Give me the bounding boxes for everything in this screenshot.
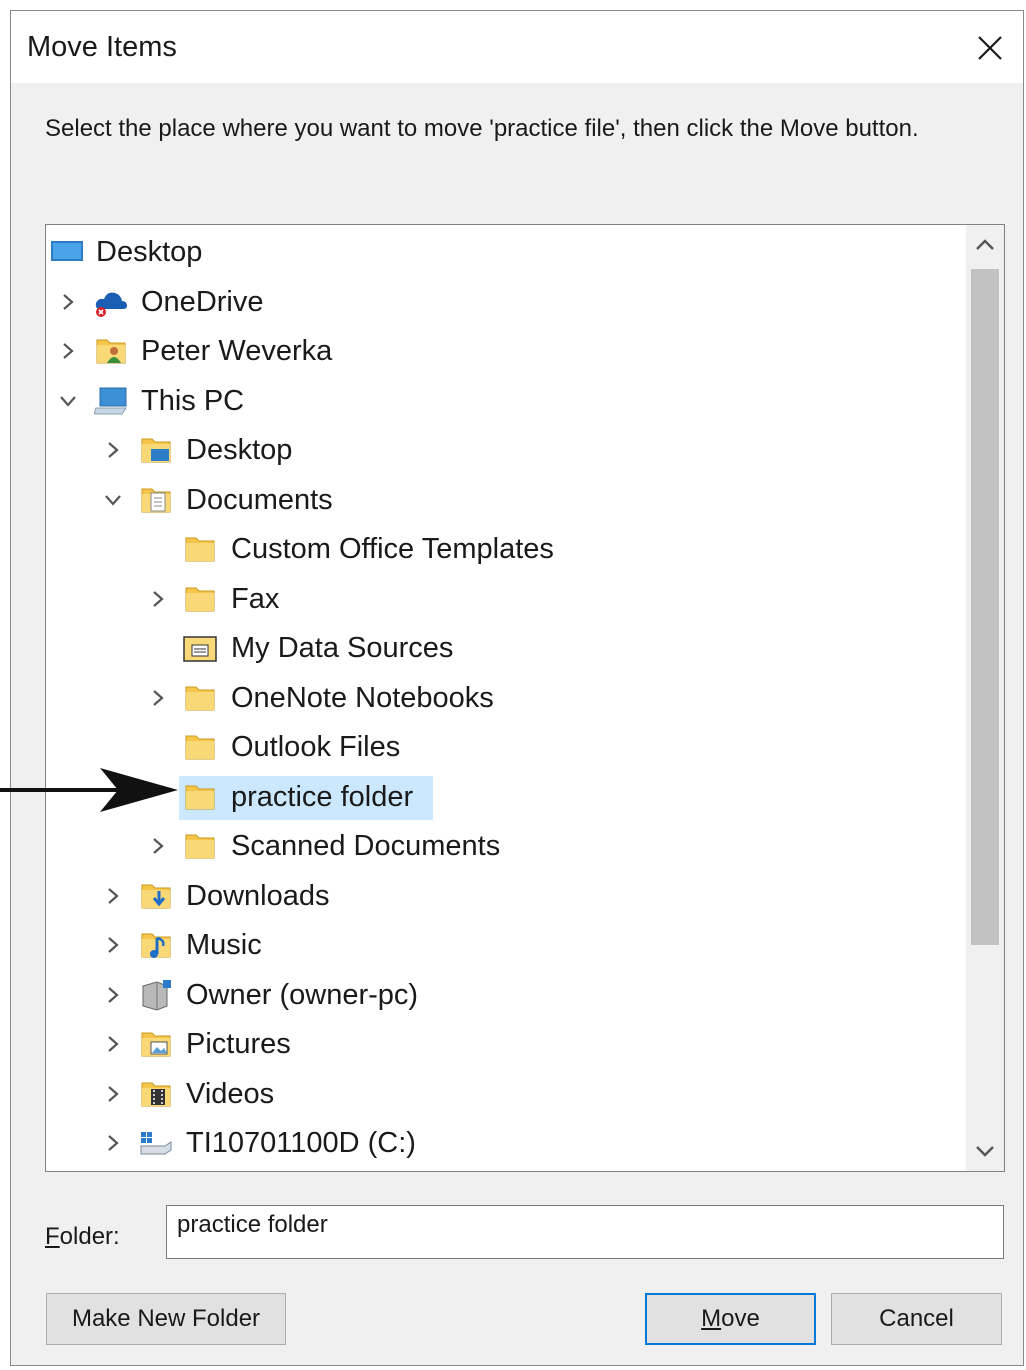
folder-icon — [183, 730, 217, 764]
onedrive-icon — [94, 285, 128, 319]
tree-item[interactable]: Scanned Documents — [46, 823, 961, 869]
desktop-icon — [50, 235, 84, 269]
computer-icon — [93, 384, 128, 418]
folder-icon — [183, 829, 217, 863]
chevron-right-icon[interactable] — [101, 972, 125, 1018]
tree-item-label: Fax — [231, 582, 280, 615]
tree-item-label: My Data Sources — [231, 632, 454, 664]
move-button[interactable]: Move — [645, 1293, 816, 1345]
desktop-folder-icon — [139, 433, 173, 467]
chevron-right-icon[interactable] — [56, 279, 80, 325]
chevron-right-icon[interactable] — [101, 1021, 125, 1067]
tree-item[interactable]: Downloads — [46, 873, 961, 919]
chevron-right-icon[interactable] — [146, 576, 170, 622]
tree-item-label: Videos — [186, 1077, 275, 1110]
cancel-button[interactable]: Cancel — [831, 1293, 1002, 1345]
tree-item[interactable]: Fax — [46, 576, 961, 622]
chevron-down-icon[interactable] — [101, 477, 125, 523]
tree-item[interactable]: My Data Sources — [46, 625, 961, 671]
tree-item[interactable]: Desktop — [46, 427, 961, 473]
tree-item[interactable]: Peter Weverka — [46, 328, 961, 374]
music-folder-icon — [139, 928, 173, 962]
chevron-down-icon — [976, 1146, 994, 1157]
tree-item[interactable]: Documents — [46, 477, 961, 523]
tree-item[interactable]: Pictures — [46, 1021, 961, 1067]
folder-icon — [183, 532, 217, 566]
tree-item-label: Desktop — [96, 236, 203, 268]
scroll-down-button[interactable] — [966, 1131, 1004, 1171]
scroll-thumb[interactable] — [971, 269, 999, 945]
tree-item-label: Desktop — [186, 434, 293, 466]
callout-arrow-icon — [0, 768, 178, 812]
tree-item-label: Downloads — [186, 879, 330, 912]
pictures-folder-icon — [139, 1027, 173, 1061]
folder-field-label: Folder: — [45, 1223, 120, 1250]
tree-item-label: Custom Office Templates — [231, 533, 554, 565]
tree-item-label: Scanned Documents — [231, 830, 501, 862]
tree-item[interactable]: Owner (owner-pc) — [46, 972, 961, 1018]
folder-input[interactable] — [166, 1205, 1004, 1259]
tree-item-label: TI10701100D (C:) — [186, 1127, 416, 1159]
tree-item-label: practice folder — [231, 780, 414, 813]
tree-item[interactable]: This PC — [46, 378, 961, 424]
chevron-right-icon[interactable] — [101, 922, 125, 968]
chevron-down-icon[interactable] — [56, 378, 80, 424]
dialog-title: Move Items — [27, 31, 177, 63]
drive-icon — [139, 1126, 173, 1160]
tree-item[interactable]: TI10701100D (C:) — [46, 1120, 961, 1166]
tree-item-label: Owner (owner-pc) — [186, 978, 419, 1011]
title-bar: Move Items — [11, 11, 1023, 83]
chevron-right-icon[interactable] — [101, 873, 125, 919]
close-button[interactable] — [967, 25, 1013, 71]
user-folder-icon — [94, 334, 128, 368]
move-items-dialog: Move Items Select the place where you wa… — [10, 10, 1024, 1366]
chevron-right-icon[interactable] — [146, 675, 170, 721]
tree-item-label: Documents — [186, 483, 333, 516]
tree-item[interactable]: Custom Office Templates — [46, 526, 961, 572]
tree-item-label: Music — [186, 929, 262, 961]
chevron-right-icon[interactable] — [101, 1120, 125, 1166]
folder-icon — [183, 681, 217, 715]
chevron-right-icon[interactable] — [101, 1071, 125, 1117]
tree-item-label: Peter Weverka — [141, 335, 333, 367]
documents-folder-icon — [139, 483, 173, 517]
chevron-right-icon[interactable] — [101, 427, 125, 473]
vertical-scrollbar[interactable] — [966, 225, 1004, 1171]
scroll-up-button[interactable] — [966, 225, 1004, 265]
tree-item-label: Outlook Files — [231, 731, 401, 763]
make-new-folder-button[interactable]: Make New Folder — [46, 1293, 286, 1345]
network-drive-icon — [139, 978, 173, 1012]
tree-item[interactable]: Desktop — [46, 229, 961, 275]
videos-folder-icon — [139, 1077, 173, 1111]
tree-item[interactable]: OneDrive — [46, 279, 961, 325]
tree-item-label: This PC — [141, 384, 245, 417]
instruction-text: Select the place where you want to move … — [45, 115, 919, 142]
tree-item-label: Pictures — [186, 1028, 291, 1060]
tree-item-label: OneDrive — [141, 285, 264, 318]
data-sources-folder-icon — [183, 631, 217, 665]
folder-icon — [183, 582, 217, 616]
tree-item[interactable]: OneNote Notebooks — [46, 675, 961, 721]
tree-item-label: OneNote Notebooks — [231, 681, 494, 714]
tree-item[interactable]: Music — [46, 922, 961, 968]
downloads-folder-icon — [139, 879, 173, 913]
close-icon — [978, 36, 1002, 60]
chevron-up-icon — [976, 239, 994, 250]
chevron-right-icon[interactable] — [56, 328, 80, 374]
tree-item[interactable]: Videos — [46, 1071, 961, 1117]
folder-tree[interactable]: Desktop OneDrive Peter Weverka This PC Des… — [45, 224, 1005, 1172]
chevron-right-icon[interactable] — [146, 823, 170, 869]
